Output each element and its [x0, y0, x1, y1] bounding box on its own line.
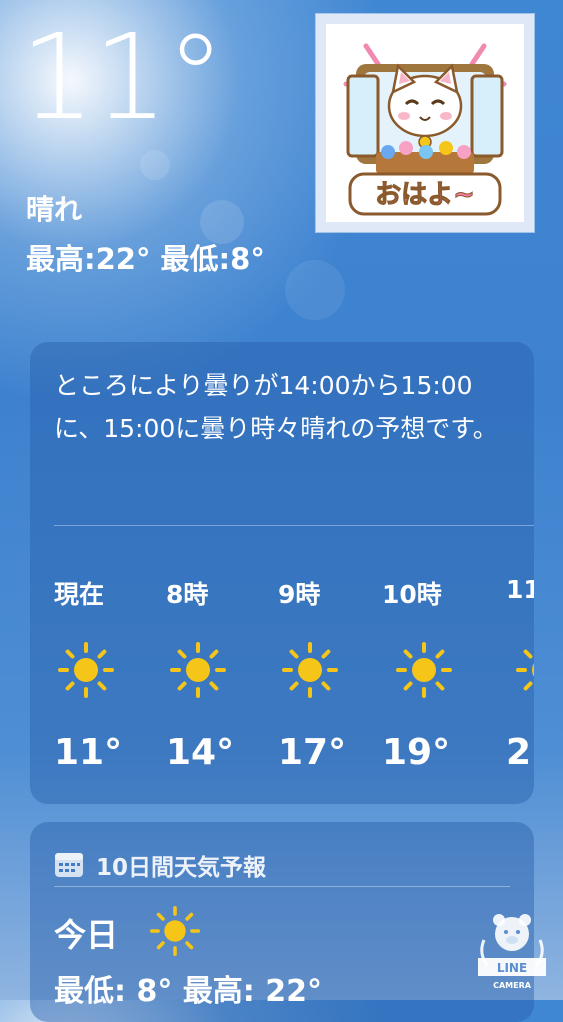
forecast-summary: ところにより曇りが14:00から15:00に、15:00に曇り時々晴れの予想です…	[54, 371, 498, 443]
sun-icon	[516, 649, 534, 691]
hour-time: 現在	[54, 580, 105, 609]
hour-temperature: 17°	[278, 732, 347, 773]
watermark-camera-text: CAMERA	[493, 981, 532, 990]
hour-temperature: 19°	[382, 732, 451, 773]
current-condition: 晴れ	[26, 193, 83, 226]
calendar-icon	[55, 853, 83, 877]
current-temperature: 11°	[20, 8, 225, 146]
high-low-temperature: 最高:22° 最低:8°	[26, 242, 265, 276]
ten-day-forecast-header: 10日間天気予報	[54, 848, 266, 882]
hour-temperature: 2	[506, 732, 532, 773]
hour-time: 9時	[278, 580, 321, 609]
hour-temperature: 11°	[54, 732, 123, 773]
ohayo-cat-sticker: おはよ~	[316, 14, 534, 232]
hour-time: 10時	[382, 580, 442, 609]
ten-day-forecast-title: 10日間天気予報	[96, 855, 267, 881]
today-temperature-range: 最低: 8° 最高: 22°	[54, 974, 322, 1009]
divider	[54, 525, 534, 526]
divider	[54, 886, 510, 887]
ten-day-forecast-card[interactable]: 10日間天気予報 今日 最低: 8° 最高: 22°	[30, 822, 534, 1022]
sun-icon	[150, 906, 200, 956]
hourly-forecast-card[interactable]: ところにより曇りが14:00から15:00に、15:00に曇り時々晴れの予想です…	[30, 342, 534, 804]
sun-icon	[170, 642, 226, 698]
today-label: 今日	[54, 916, 119, 954]
watermark-line-text: LINE	[497, 961, 527, 975]
lens-flare	[140, 150, 170, 180]
sun-icon	[58, 642, 114, 698]
sun-icon	[396, 642, 452, 698]
sun-icon	[282, 642, 338, 698]
line-camera-watermark: LINE CAMERA	[478, 914, 546, 990]
hour-time: 8時	[166, 580, 209, 609]
hour-time: 11	[506, 575, 534, 604]
sticker-text: おはよ~	[375, 180, 475, 210]
lens-flare	[285, 260, 345, 320]
cat-sticker-illustration: おはよ~	[343, 43, 507, 216]
hour-temperature: 14°	[166, 732, 235, 773]
